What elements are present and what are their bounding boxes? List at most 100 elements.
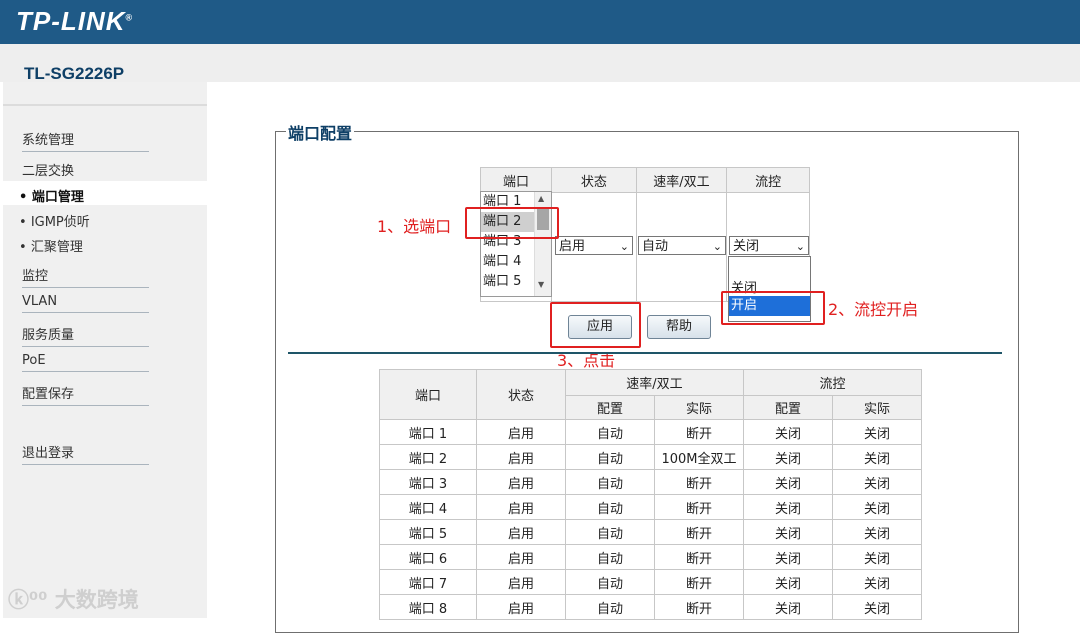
annotation-step1: 1、选端口 xyxy=(377,217,452,236)
device-model: TL-SG2226P xyxy=(24,64,125,83)
sidebar-item-poe[interactable]: PoE xyxy=(22,353,149,372)
scroll-down-icon[interactable]: ▼ xyxy=(538,280,544,289)
sidebar-item-monitor[interactable]: 监控 xyxy=(22,265,149,288)
status-header-flow-actual: 实际 xyxy=(832,395,922,420)
cell-flow-act: 关闭 xyxy=(832,444,922,470)
cell-flow-act: 关闭 xyxy=(832,469,922,495)
cell-flow-cfg: 关闭 xyxy=(743,469,833,495)
chevron-down-icon: ⌄ xyxy=(712,240,722,253)
cell-flow-cfg: 关闭 xyxy=(743,444,833,470)
cell-flow-cfg: 关闭 xyxy=(743,419,833,445)
cell-speed-act: 断开 xyxy=(654,594,744,620)
cell-status: 启用 xyxy=(476,444,566,470)
cell-flow-cfg: 关闭 xyxy=(743,594,833,620)
model-bar xyxy=(0,44,1080,82)
cell-speed-cfg: 自动 xyxy=(565,544,655,570)
cell-speed-act: 断开 xyxy=(654,569,744,595)
table-row: 端口 5 启用 自动 断开 关闭 关闭 xyxy=(379,519,922,545)
cell-port: 端口 2 xyxy=(379,444,477,470)
cell-status: 启用 xyxy=(476,544,566,570)
sidebar-divider xyxy=(3,104,207,106)
table-row: 端口 7 启用 自动 断开 关闭 关闭 xyxy=(379,569,922,595)
cell-flow-act: 关闭 xyxy=(832,419,922,445)
table-row: 端口 4 启用 自动 断开 关闭 关闭 xyxy=(379,494,922,520)
cell-speed-act: 断开 xyxy=(654,494,744,520)
cell-speed-cfg: 自动 xyxy=(565,419,655,445)
status-header-port: 端口 xyxy=(379,369,477,420)
cell-flow-act: 关闭 xyxy=(832,594,922,620)
flow-select-value: 关闭 xyxy=(733,239,760,254)
cell-speed-act: 100M全双工 xyxy=(654,444,744,470)
flow-control-select[interactable]: 关闭 ⌄ xyxy=(729,236,809,255)
sidebar-subitem-port-mgmt[interactable]: • 端口管理 xyxy=(19,186,84,205)
cell-speed-act: 断开 xyxy=(654,419,744,445)
config-header-flow: 流控 xyxy=(726,167,810,193)
cell-flow-act: 关闭 xyxy=(832,519,922,545)
table-row: 端口 8 启用 自动 断开 关闭 关闭 xyxy=(379,594,922,620)
speed-select[interactable]: 自动 ⌄ xyxy=(638,236,726,255)
config-header-speed: 速率/双工 xyxy=(635,167,728,193)
config-header-status: 状态 xyxy=(551,167,637,193)
status-header-speed: 速率/双工 xyxy=(565,369,744,396)
annotation-step3: 3、点击 xyxy=(557,351,616,370)
sidebar-item-layer2[interactable]: 二层交换 xyxy=(22,160,149,182)
port-status-table: 端口 状态 速率/双工 流控 配置 实际 配置 实际 端口 1 启用 自动 断开 关闭关… xyxy=(379,369,922,620)
status-header-speed-actual: 实际 xyxy=(654,395,744,420)
sidebar-item-logout[interactable]: 退出登录 xyxy=(22,442,149,465)
cell-flow-cfg: 关闭 xyxy=(743,519,833,545)
status-header-status: 状态 xyxy=(476,369,566,420)
annotation-box-apply xyxy=(550,302,641,348)
sidebar: 系统管理 二层交换 • 端口管理 • IGMP侦听 • 汇聚管理 监控 VLAN… xyxy=(3,82,207,618)
cell-flow-act: 关闭 xyxy=(832,569,922,595)
sidebar-item-system[interactable]: 系统管理 xyxy=(22,129,149,152)
cell-port: 端口 6 xyxy=(379,544,477,570)
cell-flow-cfg: 关闭 xyxy=(743,544,833,570)
chevron-down-icon: ⌄ xyxy=(795,240,805,253)
top-header-bar: TP-LINK® xyxy=(0,0,1080,44)
sidebar-subitem-aggregation[interactable]: • 汇聚管理 xyxy=(19,236,83,255)
cell-speed-act: 断开 xyxy=(654,544,744,570)
cell-speed-act: 断开 xyxy=(654,469,744,495)
panel-title: 端口配置 xyxy=(286,120,355,144)
sidebar-subitem-igmp[interactable]: • IGMP侦听 xyxy=(19,211,90,230)
section-divider xyxy=(288,352,1002,354)
sidebar-item-save-config[interactable]: 配置保存 xyxy=(22,383,149,406)
cell-status: 启用 xyxy=(476,419,566,445)
cell-flow-act: 关闭 xyxy=(832,544,922,570)
cell-speed-cfg: 自动 xyxy=(565,569,655,595)
help-button[interactable]: 帮助 xyxy=(647,315,711,339)
cell-flow-cfg: 关闭 xyxy=(743,494,833,520)
table-row: 端口 3 启用 自动 断开 关闭 关闭 xyxy=(379,469,922,495)
cell-flow-act: 关闭 xyxy=(832,494,922,520)
scroll-up-icon[interactable]: ▲ xyxy=(538,194,544,203)
cell-port: 端口 4 xyxy=(379,494,477,520)
cell-speed-act: 断开 xyxy=(654,519,744,545)
annotation-step2: 2、流控开启 xyxy=(828,300,919,319)
status-header-speed-config: 配置 xyxy=(565,395,655,420)
cell-status: 启用 xyxy=(476,494,566,520)
cell-speed-cfg: 自动 xyxy=(565,519,655,545)
watermark: ⓚ⁰⁰ 大数跨境 xyxy=(8,588,139,612)
cell-speed-cfg: 自动 xyxy=(565,494,655,520)
cell-status: 启用 xyxy=(476,594,566,620)
cell-flow-cfg: 关闭 xyxy=(743,569,833,595)
speed-select-value: 自动 xyxy=(642,239,669,254)
annotation-box-port xyxy=(465,207,559,239)
cell-port: 端口 7 xyxy=(379,569,477,595)
sidebar-item-vlan[interactable]: VLAN xyxy=(22,294,149,313)
cell-status: 启用 xyxy=(476,519,566,545)
config-header-port: 端口 xyxy=(479,167,553,193)
annotation-box-flow xyxy=(721,291,825,325)
sidebar-item-qos[interactable]: 服务质量 xyxy=(22,324,149,347)
status-select[interactable]: 启用 ⌄ xyxy=(555,236,633,255)
cell-port: 端口 1 xyxy=(379,419,477,445)
status-header-flow: 流控 xyxy=(743,369,922,396)
cell-status: 启用 xyxy=(476,569,566,595)
cell-speed-cfg: 自动 xyxy=(565,469,655,495)
table-row: 端口 1 启用 自动 断开 关闭 关闭 xyxy=(379,419,922,445)
status-header-flow-config: 配置 xyxy=(743,395,833,420)
table-row: 端口 6 启用 自动 断开 关闭 关闭 xyxy=(379,544,922,570)
brand-logo: TP-LINK® xyxy=(16,6,134,36)
cell-port: 端口 8 xyxy=(379,594,477,620)
status-select-value: 启用 xyxy=(559,239,586,254)
